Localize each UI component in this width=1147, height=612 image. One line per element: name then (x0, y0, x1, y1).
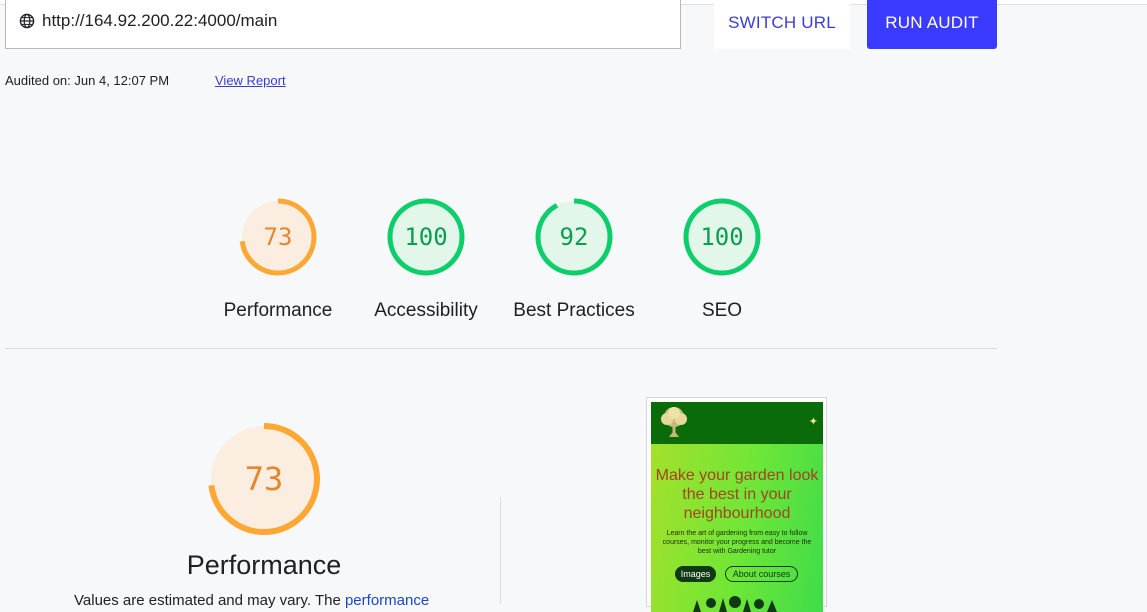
sparkle-icon: ✦ (808, 416, 818, 428)
section-divider (5, 348, 997, 349)
gauge-best-practices-label: Best Practices (513, 300, 635, 321)
gauge-best-practices-score: 92 (560, 223, 589, 251)
preview-body-text: Learn the art of gardening from easy to … (662, 530, 812, 555)
gauge-performance[interactable]: 73 Performance (203, 195, 353, 322)
gauge-accessibility-ring: 100 (387, 198, 465, 276)
gauge-accessibility-label: Accessibility (374, 300, 478, 321)
preview-courses-button: About courses (725, 566, 798, 582)
gauge-best-practices[interactable]: 92 Best Practices (499, 195, 649, 322)
gauge-seo[interactable]: 100 SEO (647, 195, 797, 322)
switch-url-button[interactable]: SWITCH URL (714, 0, 850, 49)
performance-big-score: 73 (245, 460, 284, 498)
gauge-performance-ring: 73 (239, 198, 317, 276)
preview-headline: Make your garden look the best in your n… (655, 467, 819, 522)
gauge-performance-score: 73 (264, 223, 293, 251)
tree-logo-icon (661, 407, 687, 437)
run-audit-button[interactable]: RUN AUDIT (867, 0, 997, 49)
gauge-performance-label: Performance (223, 300, 333, 321)
globe-icon (19, 13, 35, 29)
gauge-best-practices-ring: 92 (535, 198, 613, 276)
preview-header: ✦ (651, 402, 823, 444)
gauge-seo-label: SEO (701, 300, 743, 321)
url-text: http://164.92.200.22:4000/main (42, 11, 278, 30)
performance-description-text: Values are estimated and may vary. The (74, 592, 345, 609)
audited-on-text: Audited on: Jun 4, 12:07 PM (5, 73, 170, 88)
gauge-seo-score: 100 (700, 223, 743, 251)
plants-illustration (693, 596, 777, 612)
performance-big-gauge: 73 (207, 422, 321, 541)
gauge-accessibility[interactable]: 100 Accessibility (351, 195, 501, 322)
performance-title: Performance (186, 550, 342, 580)
performance-big-ring: 73 (208, 423, 320, 535)
gauge-accessibility-score: 100 (404, 223, 447, 251)
vertical-separator (500, 497, 501, 604)
url-input[interactable]: http://164.92.200.22:4000/main (5, 0, 681, 49)
gauge-seo-ring: 100 (683, 198, 761, 276)
page-screenshot-preview: ✦ Make your garden look the best in your… (646, 397, 827, 612)
performance-description: Values are estimated and may vary. The p… (74, 592, 429, 609)
preview-images-button: Images (675, 566, 716, 582)
view-report-link[interactable]: View Report (215, 73, 286, 88)
preview-screen: ✦ Make your garden look the best in your… (651, 402, 823, 612)
performance-link[interactable]: performance (345, 592, 429, 609)
